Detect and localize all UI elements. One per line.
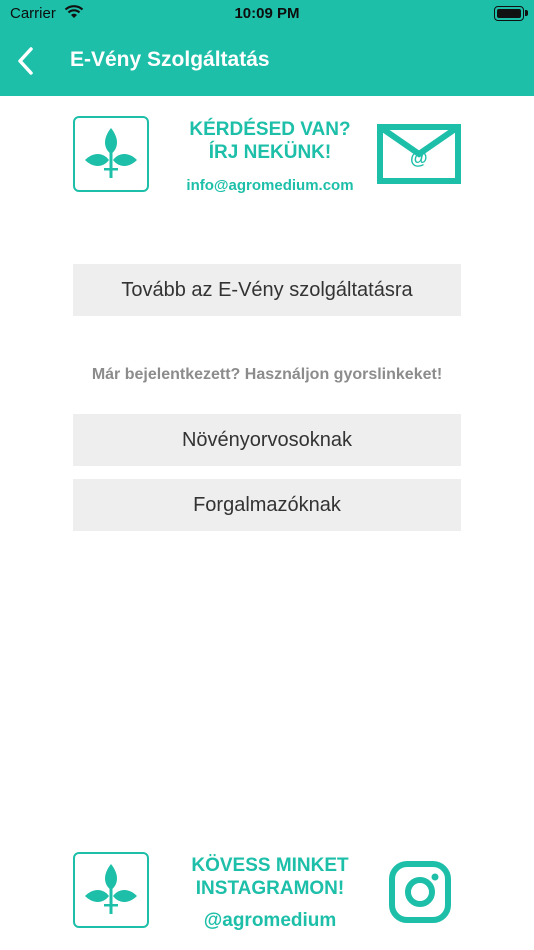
- instagram-handle-link[interactable]: @agromedium: [160, 909, 380, 933]
- contact-email-link[interactable]: info@agromedium.com: [160, 174, 380, 198]
- contact-heading-1: KÉRDÉSED VAN?: [189, 119, 351, 140]
- mail-icon[interactable]: @: [377, 124, 461, 184]
- agromedium-logo-bottom: [73, 852, 149, 928]
- page-title: E-Vény Szolgáltatás: [70, 48, 270, 71]
- clock: 10:09 PM: [234, 5, 300, 22]
- status-bar: Carrier 10:09 PM: [0, 0, 534, 28]
- continue-to-eveny-button[interactable]: Tovább az E-Vény szolgáltatásra: [73, 264, 461, 316]
- svg-text:@: @: [410, 148, 428, 168]
- battery-icon: [494, 6, 528, 21]
- quicklinks-hint: Már bejelentkezett? Használjon gyorslink…: [91, 366, 443, 383]
- instagram-icon[interactable]: [388, 860, 452, 924]
- instagram-heading-2: INSTAGRAMON!: [195, 878, 345, 899]
- instagram-heading-1: KÖVESS MINKET: [191, 855, 349, 876]
- contact-heading-2: ÍRJ NEKÜNK!: [208, 142, 332, 163]
- distributors-button[interactable]: Forgalmazóknak: [73, 479, 461, 531]
- agromedium-logo: [73, 116, 149, 192]
- nav-bar: E-Vény Szolgáltatás: [0, 28, 534, 96]
- chevron-left-icon: [18, 47, 33, 75]
- plant-doctors-button[interactable]: Növényorvosoknak: [73, 414, 461, 466]
- back-button[interactable]: [12, 44, 42, 78]
